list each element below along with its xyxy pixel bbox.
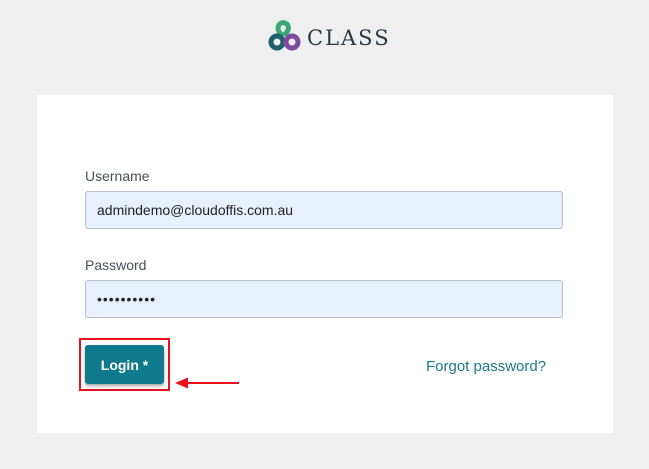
class-logo-icon	[268, 20, 301, 51]
brand-name: CLASS	[307, 26, 391, 50]
login-card: Username Password Login * Forgot passwor…	[37, 95, 613, 433]
password-label: Password	[85, 257, 147, 273]
login-button[interactable]: Login *	[85, 345, 164, 384]
forgot-password-link[interactable]: Forgot password?	[426, 358, 546, 375]
username-field[interactable]	[85, 191, 563, 229]
class-logo: CLASS	[267, 18, 391, 54]
arrow-left-icon	[175, 377, 239, 389]
password-field[interactable]	[85, 280, 563, 318]
username-label: Username	[85, 168, 150, 184]
